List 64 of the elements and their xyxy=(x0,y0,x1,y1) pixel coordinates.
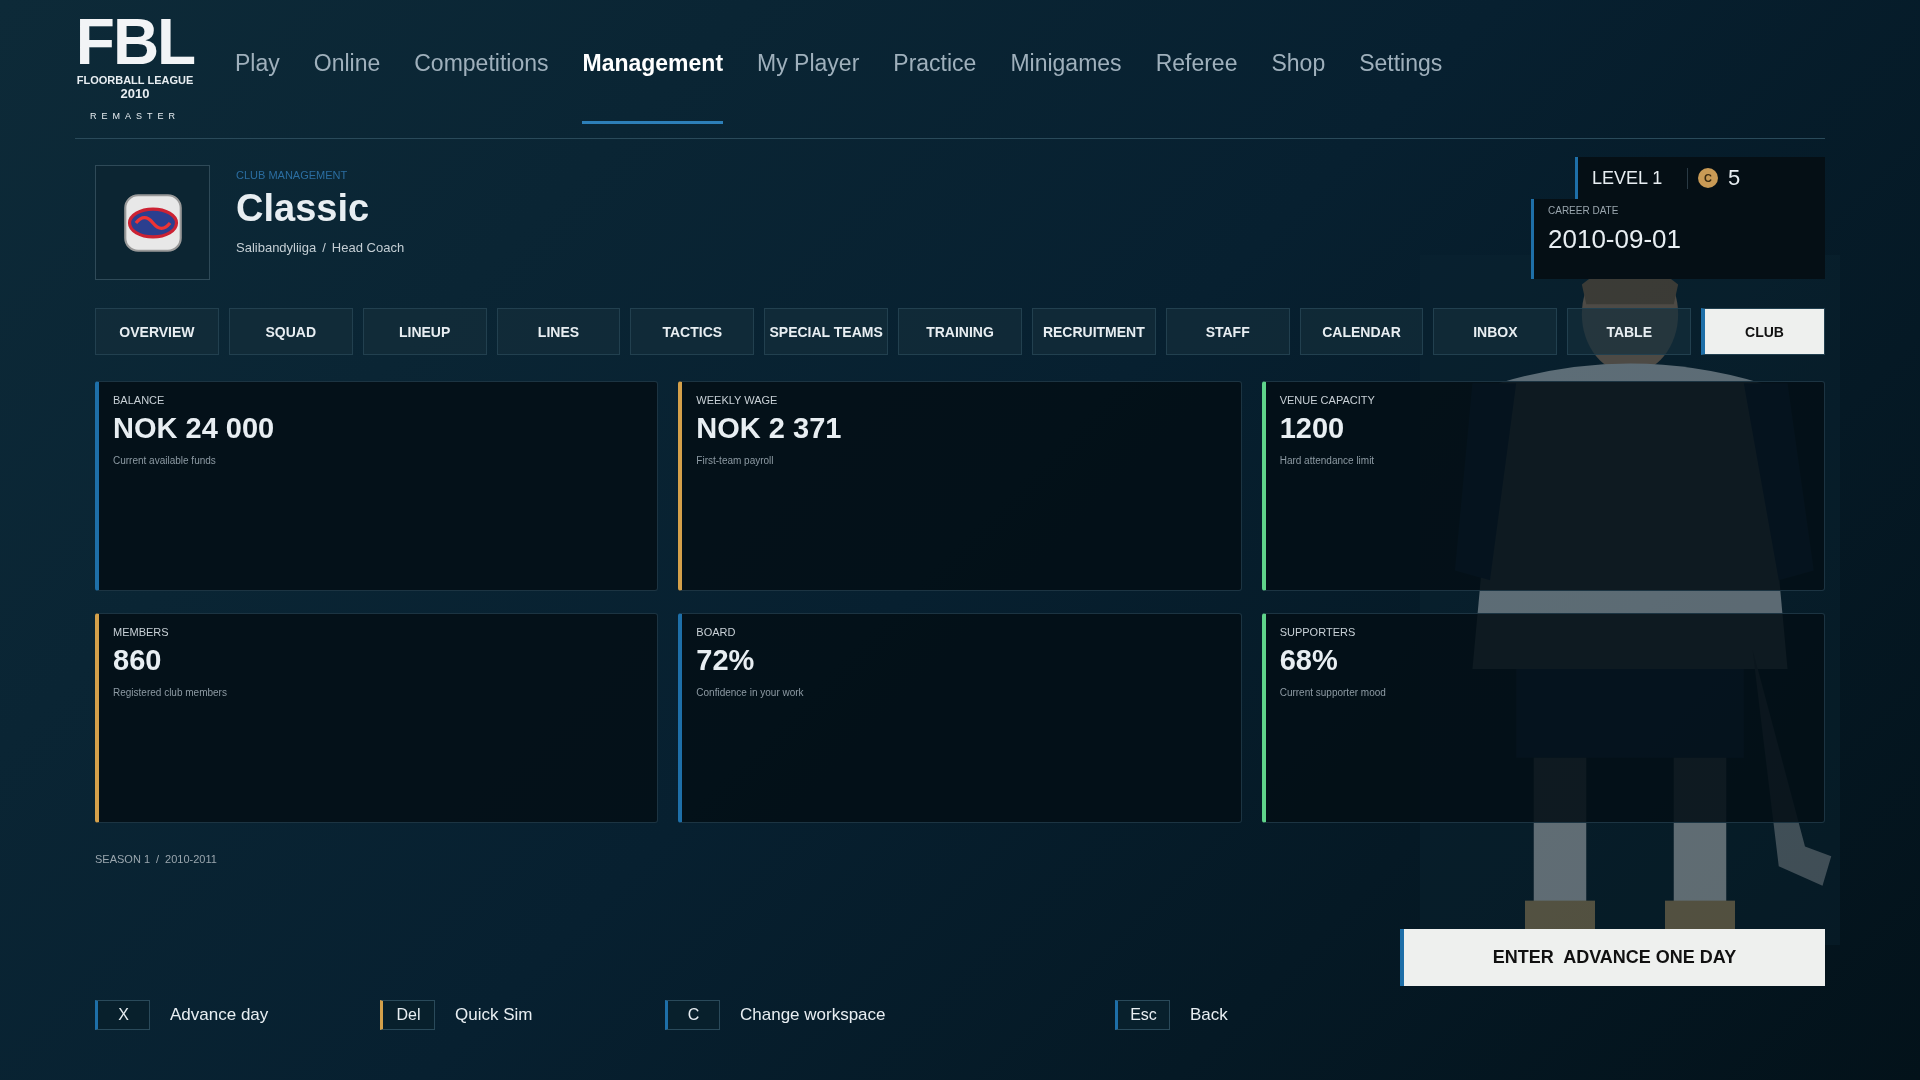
role-name: Head Coach xyxy=(331,240,405,255)
tab[interactable]: SPECIAL TEAMS xyxy=(764,308,889,355)
tab[interactable]: CALENDAR xyxy=(1299,308,1424,355)
tab[interactable]: TRAINING xyxy=(898,308,1022,355)
nav-item[interactable]: Referee xyxy=(1155,50,1238,124)
stat-label: WEEKLY WAGE xyxy=(696,394,779,406)
coin-icon: C xyxy=(1698,168,1718,188)
coin-count: 5 xyxy=(1728,165,1741,191)
tab[interactable]: STAFF xyxy=(1165,308,1290,355)
key-cap[interactable]: X xyxy=(95,1000,150,1030)
date-label: CAREER DATE xyxy=(1548,205,1620,216)
section-label: CLUB MANAGEMENT xyxy=(236,169,349,181)
stat-value: 1200 xyxy=(1279,412,1346,445)
tab[interactable]: SQUAD xyxy=(228,308,353,355)
nav-item[interactable]: Online xyxy=(313,50,381,124)
separator: / xyxy=(156,853,160,865)
hint-label: Change workspace xyxy=(740,1005,886,1025)
tab[interactable]: LINES xyxy=(496,308,621,355)
separator: / xyxy=(322,240,326,255)
hint-label: Back xyxy=(1190,1005,1228,1025)
nav-item[interactable]: Minigames xyxy=(1010,50,1122,124)
nav-item[interactable]: Management xyxy=(582,50,724,124)
nav-item[interactable]: My Player xyxy=(757,50,860,124)
stat-label: BALANCE xyxy=(113,394,166,406)
stat-value: 860 xyxy=(113,644,163,677)
tab[interactable]: OVERVIEW xyxy=(95,308,219,355)
tab[interactable]: INBOX xyxy=(1433,308,1558,355)
stat-label: VENUE CAPACITY xyxy=(1279,394,1376,406)
nav-item[interactable]: Practice xyxy=(893,50,977,124)
stat-note: Current supporter mood xyxy=(1279,687,1387,698)
tab[interactable]: RECRUITMENT xyxy=(1031,308,1156,355)
key-cap[interactable]: Del xyxy=(380,1000,435,1030)
stat-note: First-team payroll xyxy=(696,455,775,466)
date-value: 2010-09-01 xyxy=(1548,224,1682,255)
stat-value: NOK 2 371 xyxy=(696,412,843,445)
nav-item[interactable]: Play xyxy=(235,50,280,124)
key-cap[interactable]: C xyxy=(665,1000,720,1030)
season-years: 2010-2011 xyxy=(165,853,217,865)
stat-label: BOARD xyxy=(696,626,737,638)
level-label: LEVEL 1 xyxy=(1592,167,1688,189)
nav-item[interactable]: Shop xyxy=(1271,50,1326,124)
logo: FBL FLOORBALL LEAGUE 2010 REMASTER xyxy=(75,10,195,121)
stat-note: Current available funds xyxy=(113,455,217,466)
tab[interactable]: CLUB xyxy=(1701,308,1825,355)
stat-note: Confidence in your work xyxy=(696,687,805,698)
stat-note: Hard attendance limit xyxy=(1279,455,1376,466)
stat-label: SUPPORTERS xyxy=(1279,626,1357,638)
stat-value: 68% xyxy=(1279,644,1339,677)
stat-note: Registered club members xyxy=(113,687,228,698)
hint-label: Quick Sim xyxy=(455,1005,533,1025)
nav-item[interactable]: Settings xyxy=(1359,50,1443,124)
league-name: Salibandyliiga xyxy=(236,240,317,255)
tab[interactable]: TACTICS xyxy=(630,308,755,355)
hint-label: Advance day xyxy=(170,1005,269,1025)
club-name: Classic xyxy=(236,187,371,230)
stat-value: NOK 24 000 xyxy=(113,412,276,445)
tab[interactable]: LINEUP xyxy=(362,308,487,355)
tab[interactable]: TABLE xyxy=(1567,308,1692,355)
season-label: SEASON 1 xyxy=(95,853,151,865)
advance-button[interactable]: ENTER ADVANCE ONE DAY xyxy=(1400,929,1825,986)
stat-value: 72% xyxy=(696,644,756,677)
stat-label: MEMBERS xyxy=(113,626,170,638)
nav-item[interactable]: Competitions xyxy=(414,50,549,124)
key-cap[interactable]: Esc xyxy=(1115,1000,1170,1030)
